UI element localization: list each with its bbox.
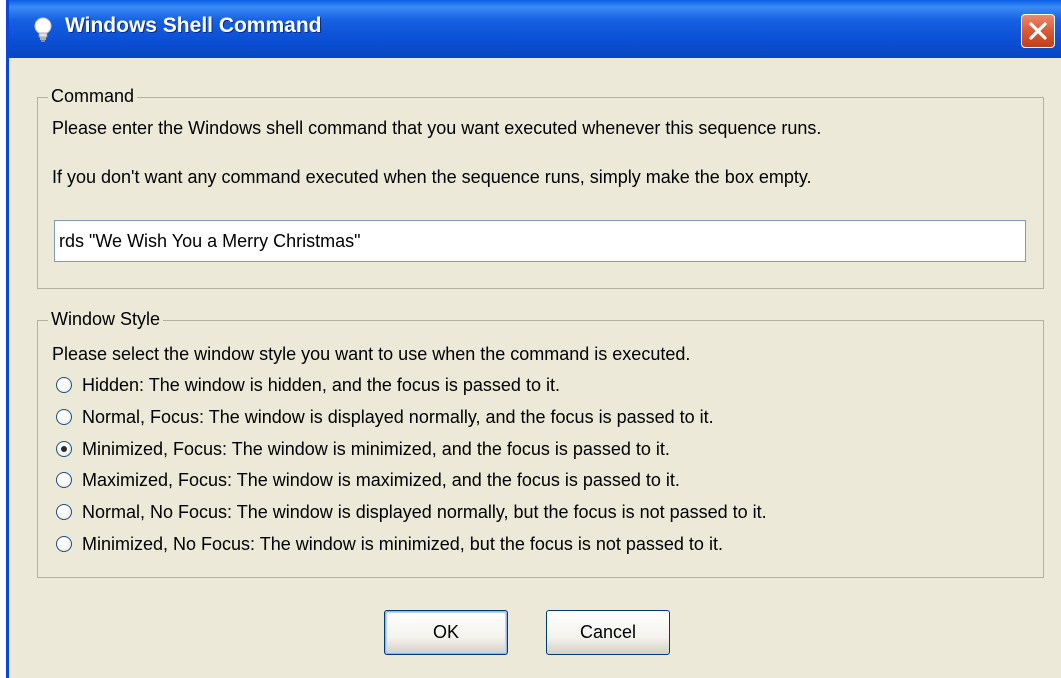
radio-option-normal-focus[interactable]: Normal, Focus: The window is displayed n…: [56, 404, 714, 430]
title-bar[interactable]: Windows Shell Command: [9, 0, 1061, 58]
radio-label: Normal, Focus: The window is displayed n…: [82, 406, 714, 427]
radio-option-minimized-focus[interactable]: Minimized, Focus: The window is minimize…: [56, 436, 670, 462]
radio-option-normal-no-focus[interactable]: Normal, No Focus: The window is displaye…: [56, 499, 767, 525]
radio-button[interactable]: [56, 409, 72, 425]
window-style-instruction: Please select the window style you want …: [52, 344, 691, 364]
command-group-legend: Command: [48, 86, 138, 107]
radio-button[interactable]: [56, 536, 72, 552]
radio-label: Minimized, No Focus: The window is minim…: [82, 533, 723, 554]
radio-option-hidden[interactable]: Hidden: The window is hidden, and the fo…: [56, 372, 560, 398]
radio-option-minimized-no-focus[interactable]: Minimized, No Focus: The window is minim…: [56, 531, 723, 557]
window-style-group: Window Style Please select the window st…: [37, 309, 1044, 578]
radio-label: Hidden: The window is hidden, and the fo…: [82, 374, 560, 395]
cancel-button[interactable]: Cancel: [546, 610, 670, 655]
radio-label: Normal, No Focus: The window is displaye…: [82, 501, 767, 522]
radio-button[interactable]: [56, 472, 72, 488]
radio-label: Maximized, Focus: The window is maximize…: [82, 469, 680, 490]
radio-label: Minimized, Focus: The window is minimize…: [82, 438, 670, 459]
command-instruction-1: Please enter the Windows shell command t…: [52, 118, 822, 138]
radio-button-selected[interactable]: [56, 441, 72, 457]
command-group: Command Please enter the Windows shell c…: [37, 86, 1044, 289]
radio-option-maximized-focus[interactable]: Maximized, Focus: The window is maximize…: [56, 467, 680, 493]
command-input[interactable]: [54, 220, 1026, 262]
window-style-group-legend: Window Style: [48, 309, 164, 330]
close-button[interactable]: [1021, 14, 1055, 48]
dialog-title: Windows Shell Command: [65, 14, 322, 37]
radio-button[interactable]: [56, 377, 72, 393]
radio-button[interactable]: [56, 504, 72, 520]
command-instruction-2: If you don't want any command executed w…: [52, 167, 812, 187]
lightbulb-icon: [34, 17, 52, 42]
close-icon: [1029, 22, 1047, 40]
ok-button[interactable]: OK: [384, 610, 508, 655]
dialog-window: Windows Shell Command Command Please ent…: [6, 0, 1061, 678]
